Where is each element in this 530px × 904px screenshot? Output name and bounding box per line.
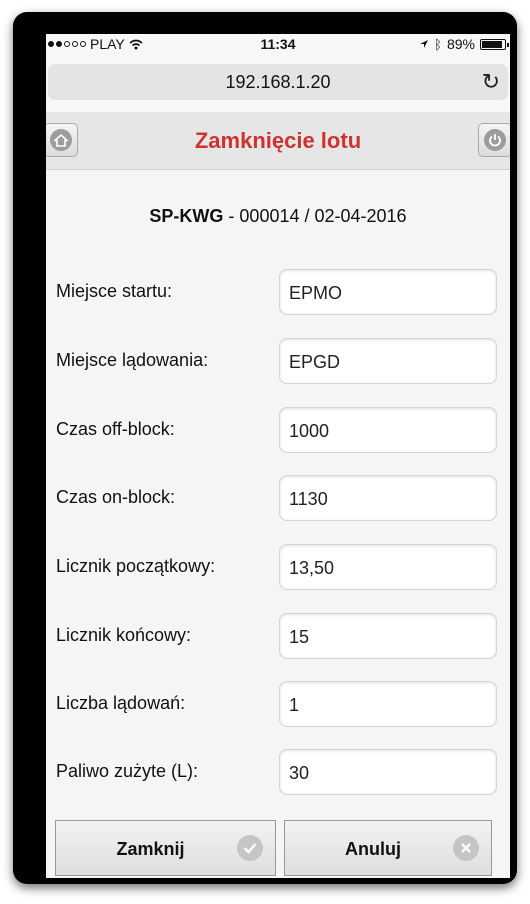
device-frame: PLAY 11:34 ᛒ 89% 192.168.1.20 ↻ Zamknięc… bbox=[13, 12, 517, 884]
end-counter-input[interactable]: 15 bbox=[279, 613, 497, 659]
reload-icon[interactable]: ↻ bbox=[482, 69, 500, 95]
page-header: Zamknięcie lotu bbox=[46, 112, 510, 170]
field-label: Miejsce startu: bbox=[56, 281, 173, 301]
field-row-arrival: Miejsce lądowania: EPGD bbox=[46, 338, 510, 386]
field-label: Licznik początkowy: bbox=[56, 556, 216, 576]
aircraft-registration: SP-KWG bbox=[149, 206, 224, 226]
field-row-on-block: Czas on-block: 1130 bbox=[46, 475, 510, 523]
location-arrow-icon bbox=[420, 40, 429, 48]
flight-info: SP-KWG - 000014 / 02-04-2016 bbox=[46, 206, 510, 227]
screen: PLAY 11:34 ᛒ 89% 192.168.1.20 ↻ Zamknięc… bbox=[46, 34, 510, 878]
arrival-input[interactable]: EPGD bbox=[279, 338, 497, 384]
departure-input[interactable]: EPMO bbox=[279, 269, 497, 315]
on-block-input[interactable]: 1130 bbox=[279, 475, 497, 521]
cancel-button[interactable]: Anuluj bbox=[284, 820, 492, 876]
field-label: Miejsce lądowania: bbox=[56, 350, 209, 370]
url-field[interactable]: 192.168.1.20 ↻ bbox=[48, 64, 508, 100]
landings-input[interactable]: 1 bbox=[279, 681, 497, 727]
field-label: Czas off-block: bbox=[56, 419, 175, 439]
start-counter-input[interactable]: 13,50 bbox=[279, 544, 497, 590]
field-row-landings: Liczba lądowań: 1 bbox=[46, 681, 510, 729]
field-row-off-block: Czas off-block: 1000 bbox=[46, 407, 510, 455]
field-label: Czas on-block: bbox=[56, 487, 176, 507]
fuel-input[interactable]: 30 bbox=[279, 749, 497, 795]
cancel-button-label: Anuluj bbox=[345, 839, 401, 859]
battery-icon bbox=[480, 38, 509, 50]
field-row-departure: Miejsce startu: EPMO bbox=[46, 269, 510, 317]
battery-percent: 89% bbox=[446, 36, 475, 52]
field-label: Liczba lądowań: bbox=[56, 693, 186, 713]
close-flight-button[interactable]: Zamknij bbox=[55, 820, 276, 876]
field-label: Paliwo zużyte (L): bbox=[56, 761, 199, 781]
check-icon bbox=[237, 835, 263, 861]
bluetooth-icon: ᛒ bbox=[434, 36, 442, 52]
power-icon bbox=[484, 129, 506, 151]
close-button-label: Zamknij bbox=[116, 839, 185, 859]
status-bar: PLAY 11:34 ᛒ 89% bbox=[46, 34, 510, 56]
power-button[interactable] bbox=[478, 123, 510, 157]
field-row-end-counter: Licznik końcowy: 15 bbox=[46, 613, 510, 661]
close-icon bbox=[453, 835, 479, 861]
flight-details: - 000014 / 02-04-2016 bbox=[223, 206, 407, 226]
url-text: 192.168.1.20 bbox=[225, 72, 331, 92]
field-row-fuel: Paliwo zużyte (L): 30 bbox=[46, 749, 510, 797]
field-label: Licznik końcowy: bbox=[56, 625, 192, 645]
page-title: Zamknięcie lotu bbox=[194, 128, 362, 153]
off-block-input[interactable]: 1000 bbox=[279, 407, 497, 453]
field-row-start-counter: Licznik początkowy: 13,50 bbox=[46, 544, 510, 592]
